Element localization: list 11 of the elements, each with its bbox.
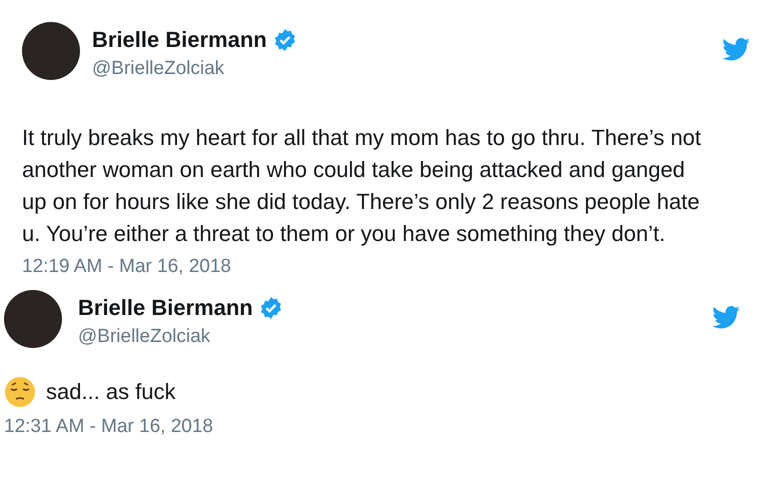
user-handle: @BrielleZolciak (78, 325, 210, 349)
pensive-face-icon (4, 376, 36, 408)
display-name: Brielle Biermann (78, 294, 253, 322)
tweet-text: sad... as fuck (46, 378, 176, 406)
timestamp: 12:19 AM - Mar 16, 2018 (22, 255, 232, 279)
tweet-text: It truly breaks my heart for all that my mom has to go thru. There’s not another woman on earth who could take being attacked and ganged up on for hours like she did today. There’s only 2 reasons people hate u. You’re either a threat to them or you have something they don’t. (22, 124, 702, 248)
user-handle: @BrielleZolciak (92, 57, 224, 81)
bird-logo-icon (722, 38, 750, 61)
timestamp: 12:31 AM - Mar 16, 2018 (4, 415, 214, 439)
display-name: Brielle Biermann (92, 26, 267, 54)
bird-logo-icon (712, 306, 740, 329)
